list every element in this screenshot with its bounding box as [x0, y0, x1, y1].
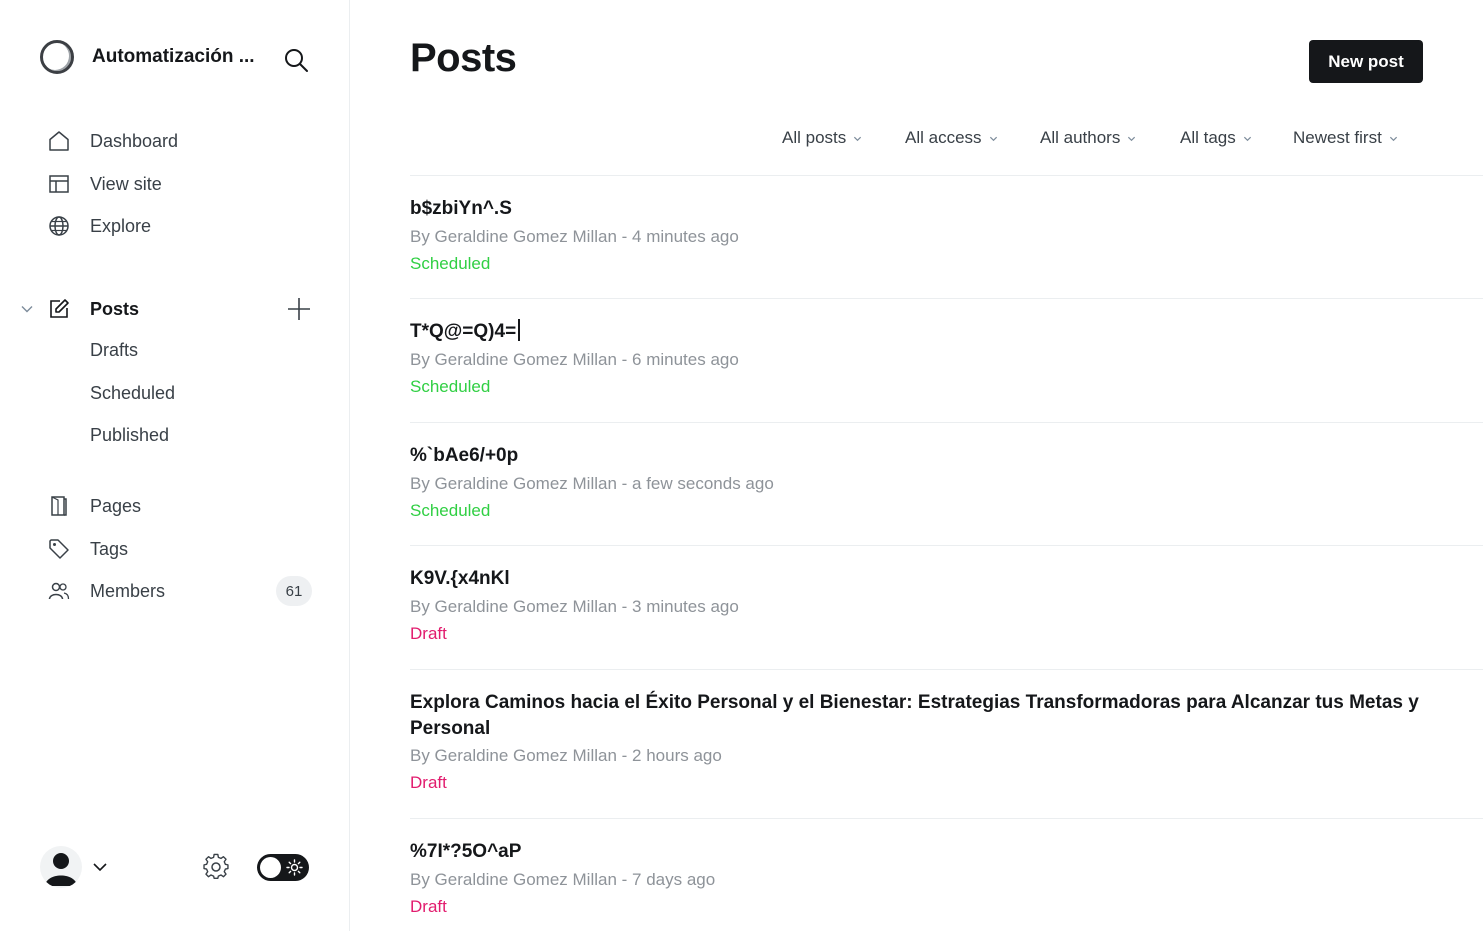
post-meta: By Geraldine Gomez Millan - 4 minutes ag… [410, 227, 739, 246]
user-bar [40, 846, 310, 888]
sidebar-item-label: Posts [90, 298, 140, 319]
sidebar-item-dashboard[interactable]: Dashboard [48, 126, 318, 156]
post-title-continued[interactable]: Personal [410, 716, 1483, 742]
sidebar-item-label: View site [90, 173, 162, 194]
sidebar-item-pages[interactable]: Pages [48, 491, 318, 521]
chevron-down-icon [854, 136, 862, 141]
post-meta: By Geraldine Gomez Millan - 6 minutes ag… [410, 350, 739, 369]
filter-label: Newest first [1293, 128, 1382, 147]
list-item[interactable]: T*Q@=Q)4= By Geraldine Gomez Millan - 6 … [410, 298, 1483, 423]
filter-order[interactable]: Newest first [1293, 128, 1398, 148]
list-item[interactable]: %7I*?5O^aP By Geraldine Gomez Millan - 7… [410, 818, 1483, 932]
search-icon[interactable] [283, 47, 309, 73]
sidebar-item-view-site[interactable]: View site [48, 169, 318, 199]
filter-tags[interactable]: All tags [1180, 128, 1252, 148]
home-icon [48, 130, 70, 152]
filter-label: All posts [782, 128, 847, 147]
filter-label: All tags [1180, 128, 1236, 147]
chevron-down-icon [1243, 136, 1251, 141]
sidebar-item-tags[interactable]: Tags [48, 534, 318, 564]
sidebar-item-label: Members [90, 580, 166, 601]
list-item[interactable]: b$zbiYn^.S By Geraldine Gomez Millan - 4… [410, 175, 1483, 299]
sidebar-item-label: Pages [90, 495, 142, 516]
filter-label: All access [905, 128, 982, 147]
sun-icon [286, 859, 303, 876]
add-post-icon[interactable] [286, 296, 312, 322]
avatar[interactable] [40, 846, 82, 888]
sidebar-item-label: Tags [90, 538, 129, 559]
chevron-down-icon[interactable] [19, 301, 35, 317]
members-count-badge: 61 [276, 576, 312, 606]
sidebar-item-label: Dashboard [90, 130, 179, 151]
post-status: Scheduled [410, 501, 491, 520]
post-title[interactable]: b$zbiYn^.S [410, 196, 1483, 222]
globe-icon [48, 215, 70, 237]
chevron-down-icon [989, 136, 997, 141]
sidebar-item-scheduled[interactable]: Scheduled [90, 379, 175, 407]
sidebar-item-published[interactable]: Published [90, 421, 169, 449]
post-title[interactable]: %7I*?5O^aP [410, 839, 1483, 865]
post-meta: By Geraldine Gomez Millan - 2 hours ago [410, 746, 722, 765]
site-name: Automatización ... [92, 46, 255, 67]
text-cursor [518, 319, 521, 341]
toggle-knob [260, 857, 281, 878]
sidebar-item-posts[interactable]: Posts [48, 294, 318, 324]
filter-label: All authors [1040, 128, 1121, 147]
post-title[interactable]: Explora Caminos hacia el Éxito Personal … [410, 690, 1483, 716]
post-title[interactable]: %`bAe6/+0p [410, 443, 1483, 469]
chevron-down-icon [1389, 136, 1397, 141]
sidebar-item-explore[interactable]: Explore [48, 211, 318, 241]
post-status: Draft [410, 773, 447, 792]
post-status: Scheduled [410, 254, 491, 273]
post-meta: By Geraldine Gomez Millan - 3 minutes ag… [410, 597, 739, 616]
site-logo-icon [40, 40, 74, 74]
theme-toggle[interactable] [257, 854, 309, 881]
post-title-text: T*Q@=Q)4= [410, 321, 517, 342]
page-title: Posts [410, 36, 517, 80]
post-status: Draft [410, 624, 447, 643]
gear-icon[interactable] [202, 853, 230, 881]
chevron-down-icon[interactable] [92, 859, 108, 875]
members-icon [48, 580, 70, 602]
list-item[interactable]: %`bAe6/+0p By Geraldine Gomez Millan - a… [410, 422, 1483, 546]
sidebar-item-label: Explore [90, 215, 152, 236]
post-title[interactable]: T*Q@=Q)4= [410, 319, 1483, 345]
layout-icon [48, 173, 70, 195]
post-meta: By Geraldine Gomez Millan - a few second… [410, 474, 774, 493]
post-status: Draft [410, 897, 447, 916]
new-post-button[interactable]: New post [1309, 40, 1423, 83]
site-brand[interactable]: Automatización ... [40, 40, 255, 74]
page-icon [48, 495, 70, 517]
post-status: Scheduled [410, 377, 491, 396]
filter-access[interactable]: All access [905, 128, 998, 148]
list-item[interactable]: K9V.{x4nKl By Geraldine Gomez Millan - 3… [410, 545, 1483, 670]
filter-authors[interactable]: All authors [1040, 128, 1136, 148]
post-meta: By Geraldine Gomez Millan - 7 days ago [410, 870, 716, 889]
sidebar: Automatización ... Dashboard View site E… [0, 0, 350, 931]
edit-icon [48, 298, 70, 320]
chevron-down-icon [1128, 136, 1136, 141]
filter-type[interactable]: All posts [782, 128, 862, 148]
list-item[interactable]: Explora Caminos hacia el Éxito Personal … [410, 669, 1483, 819]
tag-icon [48, 538, 70, 560]
sidebar-item-drafts[interactable]: Drafts [90, 336, 138, 364]
post-title[interactable]: K9V.{x4nKl [410, 566, 1483, 592]
